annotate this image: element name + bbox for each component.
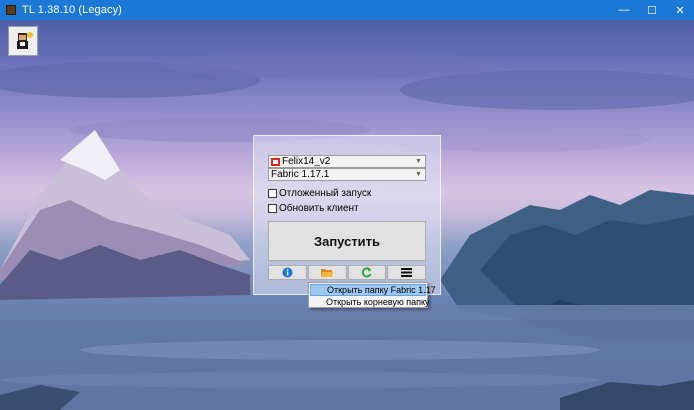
folder-context-menu: Открыть папку Fabric 1.17 Открыть корнев… [308,282,436,308]
checkbox-label: Обновить клиент [279,202,359,214]
delayed-launch-checkbox[interactable]: Отложенный запуск [268,187,371,199]
refresh-icon [362,267,372,278]
minimize-button[interactable]: — [610,0,638,20]
hamburger-menu-icon [401,268,413,277]
refresh-button[interactable] [347,265,387,280]
player-avatar-icon [17,32,33,49]
account-flag-icon [271,157,280,166]
info-icon [282,267,293,278]
profile-button[interactable] [8,26,38,56]
version-value: Fabric 1.17.1 [271,169,330,180]
window-titlebar: TL 1.38.10 (Legacy) — ☐ ✕ [0,0,694,20]
menu-item-open-root-folder[interactable]: Открыть корневую папку [310,296,430,308]
app-icon [6,5,16,15]
folder-icon [321,268,334,277]
checkbox-box[interactable] [268,203,277,213]
launch-button[interactable]: Запустить [268,221,426,261]
info-button[interactable] [268,265,307,280]
menu-item-open-version-folder[interactable]: Открыть папку Fabric 1.17 [310,284,436,296]
folder-button[interactable] [307,265,347,280]
window-title: TL 1.38.10 (Legacy) [22,4,122,16]
close-button[interactable]: ✕ [666,0,694,20]
launcher-toolbar [268,265,426,280]
maximize-button[interactable]: ☐ [638,0,666,20]
chevron-down-icon: ▼ [415,158,422,165]
update-client-checkbox[interactable]: Обновить клиент [268,202,359,214]
menu-button[interactable] [387,265,426,280]
checkbox-box[interactable] [268,188,277,198]
account-value: Felix14_v2 [282,156,331,167]
checkbox-label: Отложенный запуск [279,187,372,199]
version-select[interactable]: Fabric 1.17.1 ▼ [268,168,426,181]
chevron-down-icon: ▼ [415,171,422,178]
account-select[interactable]: Felix14_v2 ▼ [268,155,426,168]
window-controls: — ☐ ✕ [610,0,694,20]
